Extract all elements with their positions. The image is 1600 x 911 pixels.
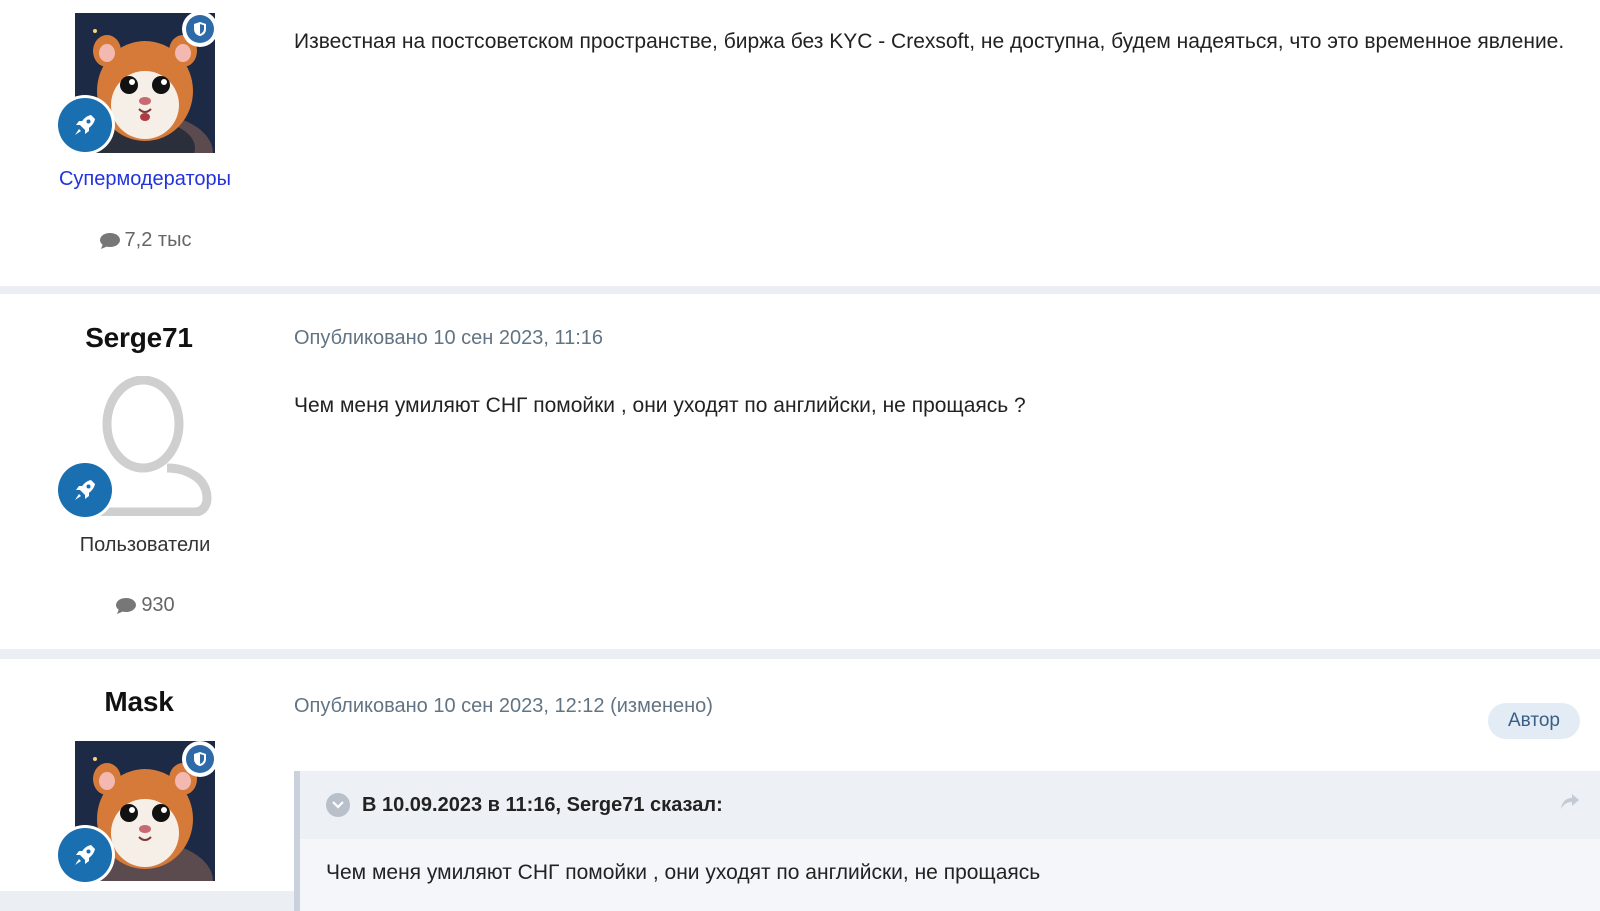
post-count: 7,2 тыс <box>0 229 290 252</box>
post: Супермодераторы 7,2 тыс Известная на пос… <box>0 0 1600 286</box>
quote-text: Чем меня умиляют СНГ помойки , они уходя… <box>326 861 1041 884</box>
user-group-label: Пользователи <box>79 534 211 556</box>
post: Mask Опубликовано 10 сен 2023, 12:12 (из… <box>0 659 1600 911</box>
quote-citation: В 10.09.2023 в 11:16, Serge71 сказал: <box>362 793 723 816</box>
rank-badge <box>55 460 115 520</box>
share-icon[interactable] <box>1560 793 1580 811</box>
rank-badge <box>55 95 115 155</box>
comment-icon <box>99 232 120 249</box>
post-date[interactable]: Опубликовано 10 сен 2023, 11:16 <box>294 327 603 350</box>
post-body: Известная на постсоветском пространстве,… <box>294 30 1565 53</box>
moderator-shield-badge <box>182 741 218 777</box>
shield-icon <box>194 752 206 766</box>
post-body: Чем меня умиляют СНГ помойки , они уходя… <box>294 394 1026 417</box>
post-count-value: 7,2 тыс <box>124 229 192 251</box>
shield-icon <box>194 22 206 36</box>
author-name[interactable]: Mask <box>0 686 278 718</box>
post-date[interactable]: Опубликовано 10 сен 2023, 12:12 (изменен… <box>294 695 713 718</box>
quote-header[interactable]: В 10.09.2023 в 11:16, Serge71 сказал: <box>300 771 1600 839</box>
quote-block: В 10.09.2023 в 11:16, Serge71 сказал: Че… <box>294 771 1600 911</box>
moderator-shield-badge <box>182 11 218 47</box>
author-name[interactable]: Serge71 <box>0 322 278 354</box>
rocket-icon <box>75 845 95 865</box>
rank-badge <box>55 825 115 885</box>
topic-author-badge: Автор <box>1488 703 1580 739</box>
rocket-icon <box>75 480 95 500</box>
post-count: 930 <box>0 594 290 617</box>
post-count-value: 930 <box>141 594 175 616</box>
user-group-label[interactable]: Супермодераторы <box>0 168 290 191</box>
rocket-icon <box>75 115 95 135</box>
chevron-down-icon[interactable] <box>326 793 350 817</box>
comment-icon <box>116 597 137 614</box>
post: Serge71 Пользователи 930 Опубликовано 10… <box>0 294 1600 649</box>
